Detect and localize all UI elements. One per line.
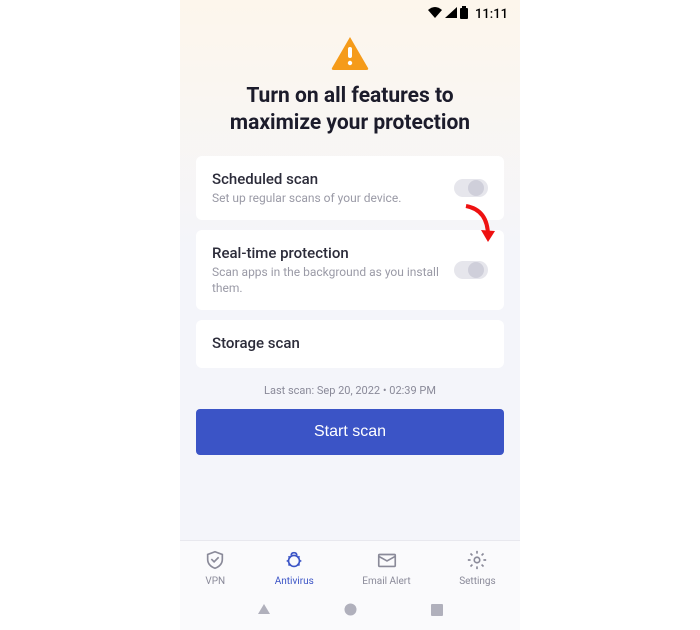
bug-icon bbox=[283, 549, 305, 574]
nav-email-alert[interactable]: Email Alert bbox=[362, 549, 410, 587]
home-icon[interactable] bbox=[344, 601, 357, 620]
battery-icon bbox=[460, 6, 468, 23]
nav-email-label: Email Alert bbox=[362, 576, 410, 587]
hero-title: Turn on all features to maximize your pr… bbox=[196, 83, 504, 138]
realtime-protection-title: Real-time protection bbox=[212, 244, 442, 262]
phone-frame: 11:11 Turn on all features to maximize y… bbox=[180, 0, 520, 630]
bottom-nav: VPN Antivirus Email Alert Settings bbox=[180, 540, 520, 591]
scheduled-scan-toggle[interactable] bbox=[454, 179, 488, 197]
storage-scan-title: Storage scan bbox=[212, 334, 488, 352]
nav-settings[interactable]: Settings bbox=[459, 549, 496, 587]
last-scan-text: Last scan: Sep 20, 2022 • 02:39 PM bbox=[196, 384, 504, 397]
wifi-icon bbox=[428, 7, 442, 22]
scheduled-scan-title: Scheduled scan bbox=[212, 170, 442, 188]
content: Turn on all features to maximize your pr… bbox=[180, 25, 520, 540]
shield-icon bbox=[204, 549, 226, 574]
storage-scan-text: Storage scan bbox=[212, 334, 488, 354]
gear-icon bbox=[466, 549, 488, 574]
scheduled-scan-text: Scheduled scan Set up regular scans of y… bbox=[212, 170, 442, 206]
status-time: 11:11 bbox=[475, 7, 508, 22]
nav-vpn-label: VPN bbox=[205, 576, 225, 587]
status-bar: 11:11 bbox=[180, 0, 520, 25]
realtime-protection-text: Real-time protection Scan apps in the ba… bbox=[212, 244, 442, 296]
nav-antivirus-label: Antivirus bbox=[275, 576, 314, 587]
hero: Turn on all features to maximize your pr… bbox=[196, 35, 504, 138]
realtime-protection-toggle[interactable] bbox=[454, 261, 488, 279]
system-nav bbox=[180, 591, 520, 630]
warning-icon bbox=[196, 35, 504, 71]
nav-settings-label: Settings bbox=[459, 576, 496, 587]
start-scan-button[interactable]: Start scan bbox=[196, 409, 504, 455]
scheduled-scan-desc: Set up regular scans of your device. bbox=[212, 190, 442, 206]
realtime-protection-card[interactable]: Real-time protection Scan apps in the ba… bbox=[196, 230, 504, 310]
scheduled-scan-card[interactable]: Scheduled scan Set up regular scans of y… bbox=[196, 156, 504, 220]
signal-icon bbox=[445, 7, 457, 22]
nav-vpn[interactable]: VPN bbox=[204, 549, 226, 587]
storage-scan-card[interactable]: Storage scan bbox=[196, 320, 504, 368]
realtime-protection-desc: Scan apps in the background as you insta… bbox=[212, 264, 442, 296]
mail-icon bbox=[376, 549, 398, 574]
nav-antivirus[interactable]: Antivirus bbox=[275, 549, 314, 587]
back-icon[interactable] bbox=[257, 601, 271, 620]
recent-icon[interactable] bbox=[431, 601, 443, 620]
